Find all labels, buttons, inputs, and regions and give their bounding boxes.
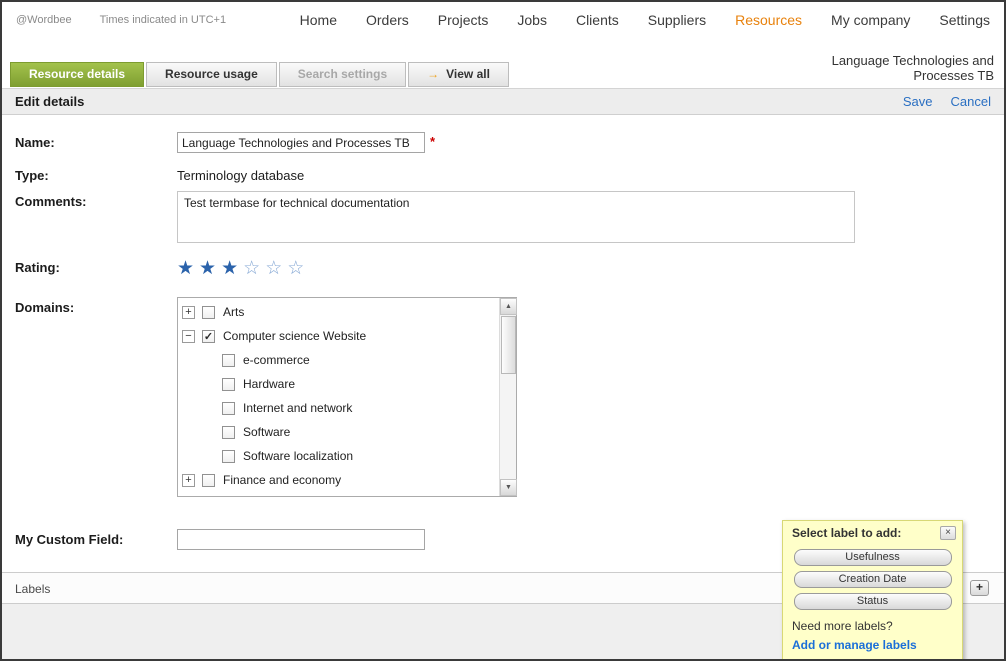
scroll-up-icon[interactable]: ▲: [500, 298, 517, 315]
domain-checkbox[interactable]: [222, 426, 235, 439]
domain-label: Arts: [223, 305, 244, 319]
manage-labels-link[interactable]: Add or manage labels: [783, 633, 962, 652]
close-icon[interactable]: ×: [940, 526, 956, 540]
edit-actions: Save Cancel: [903, 94, 991, 109]
domain-label: Software localization: [243, 449, 353, 463]
nav-item-suppliers[interactable]: Suppliers: [648, 12, 706, 28]
domain-checkbox-checked[interactable]: ✓: [202, 330, 215, 343]
domain-label: e-commerce: [243, 353, 310, 367]
star-empty-icon[interactable]: ☆: [243, 258, 260, 279]
tab-resource-usage[interactable]: Resource usage: [146, 62, 277, 87]
scroll-down-icon[interactable]: ▼: [500, 479, 517, 496]
comments-row: Comments: Test termbase for technical do…: [15, 191, 1004, 243]
type-value: Terminology database: [177, 165, 304, 183]
domain-tree-row: Internet and network: [178, 396, 499, 420]
timezone-note: Times indicated in UTC+1: [100, 14, 226, 26]
tab-view-all-label: View all: [446, 67, 490, 81]
domain-checkbox[interactable]: [222, 378, 235, 391]
name-input[interactable]: [177, 132, 425, 153]
tab-resource-details[interactable]: Resource details: [10, 62, 144, 87]
add-label-button[interactable]: +: [970, 580, 989, 596]
custom-field-input[interactable]: [177, 529, 425, 550]
domain-checkbox[interactable]: [222, 354, 235, 367]
domain-label: Software: [243, 425, 290, 439]
domain-checkbox[interactable]: [202, 474, 215, 487]
cancel-button[interactable]: Cancel: [951, 94, 991, 109]
domain-label: Hardware: [243, 377, 295, 391]
main-nav: Home Orders Projects Jobs Clients Suppliers Re…: [300, 12, 990, 28]
domain-tree-row: −✓ Computer science Website: [178, 324, 499, 348]
domain-label: Computer science Website: [223, 329, 366, 343]
label-option-status[interactable]: Status: [794, 593, 952, 610]
select-label-popup: Select label to add: × Usefulness Creatio…: [782, 520, 963, 661]
domain-checkbox[interactable]: [202, 306, 215, 319]
nav-item-settings[interactable]: Settings: [939, 12, 990, 28]
domain-label: Finance and economy: [223, 473, 341, 487]
star-filled-icon[interactable]: ★: [221, 258, 238, 279]
label-option-usefulness[interactable]: Usefulness: [794, 549, 952, 566]
label-option-creation-date[interactable]: Creation Date: [794, 571, 952, 588]
domains-box: + Arts −✓ Computer science Website e-commerc…: [177, 297, 517, 497]
domains-row: Domains: + Arts −✓ Computer science Website…: [15, 297, 1004, 497]
type-row: Type: Terminology database: [15, 165, 1004, 183]
popup-title: Select label to add:: [792, 526, 901, 540]
collapse-icon[interactable]: −: [182, 330, 195, 343]
nav-item-projects[interactable]: Projects: [438, 12, 489, 28]
edit-details-title: Edit details: [15, 94, 84, 109]
domain-tree-row: Software localization: [178, 444, 499, 468]
comments-label: Comments:: [15, 191, 177, 243]
top-bar: @Wordbee Times indicated in UTC+1 Home Or…: [2, 2, 1004, 38]
scrollbar-thumb[interactable]: [501, 316, 516, 374]
nav-item-my-company[interactable]: My company: [831, 12, 910, 28]
nav-item-resources[interactable]: Resources: [735, 12, 802, 28]
domains-tree: + Arts −✓ Computer science Website e-commerc…: [178, 298, 499, 496]
rating-label: Rating:: [15, 257, 177, 279]
expand-icon[interactable]: +: [182, 306, 195, 319]
comments-textarea[interactable]: Test termbase for technical documentatio…: [177, 191, 855, 243]
domain-tree-row: e-commerce: [178, 348, 499, 372]
star-filled-icon[interactable]: ★: [199, 258, 216, 279]
rating-row: Rating: ★★★☆☆☆: [15, 257, 1004, 279]
edit-details-form: Name: * Type: Terminology database Comme…: [2, 116, 1004, 550]
expand-icon[interactable]: +: [182, 474, 195, 487]
domain-tree-row: + Finance and economy: [178, 468, 499, 492]
wordbee-brand: @Wordbee: [16, 14, 72, 26]
required-marker: *: [430, 132, 435, 153]
custom-field-label: My Custom Field:: [15, 529, 177, 550]
nav-item-home[interactable]: Home: [300, 12, 337, 28]
resource-context-title: Language Technologies and Processes TB: [779, 53, 994, 83]
domains-label: Domains:: [15, 297, 177, 497]
type-label: Type:: [15, 165, 177, 183]
star-empty-icon[interactable]: ☆: [287, 258, 304, 279]
domain-checkbox[interactable]: [222, 450, 235, 463]
domain-label: Internet and network: [243, 401, 352, 415]
nav-item-orders[interactable]: Orders: [366, 12, 409, 28]
star-filled-icon[interactable]: ★: [177, 258, 194, 279]
tab-bar: Resource details Resource usage Search s…: [10, 62, 509, 87]
save-button[interactable]: Save: [903, 94, 933, 109]
star-empty-icon[interactable]: ☆: [265, 258, 282, 279]
popup-header: Select label to add: ×: [783, 521, 962, 544]
edit-details-header: Edit details Save Cancel: [2, 88, 1004, 115]
domains-scrollbar[interactable]: ▲ ▼: [499, 298, 516, 496]
domain-tree-row: +: [178, 492, 499, 496]
domain-tree-row: Software: [178, 420, 499, 444]
tab-view-all[interactable]: → View all: [408, 62, 509, 87]
name-row: Name: *: [15, 132, 1004, 153]
popup-note: Need more labels?: [783, 610, 962, 633]
domain-tree-row: + Arts: [178, 300, 499, 324]
tab-search-settings: Search settings: [279, 62, 406, 87]
name-label: Name:: [15, 132, 177, 153]
label-options: Usefulness Creation Date Status: [783, 549, 962, 610]
nav-item-clients[interactable]: Clients: [576, 12, 619, 28]
arrow-right-icon: →: [427, 67, 439, 81]
rating-stars: ★★★☆☆☆: [177, 257, 304, 279]
domain-checkbox[interactable]: [222, 402, 235, 415]
app-window: @Wordbee Times indicated in UTC+1 Home Or…: [0, 0, 1006, 661]
domain-tree-row: Hardware: [178, 372, 499, 396]
nav-item-jobs[interactable]: Jobs: [517, 12, 547, 28]
